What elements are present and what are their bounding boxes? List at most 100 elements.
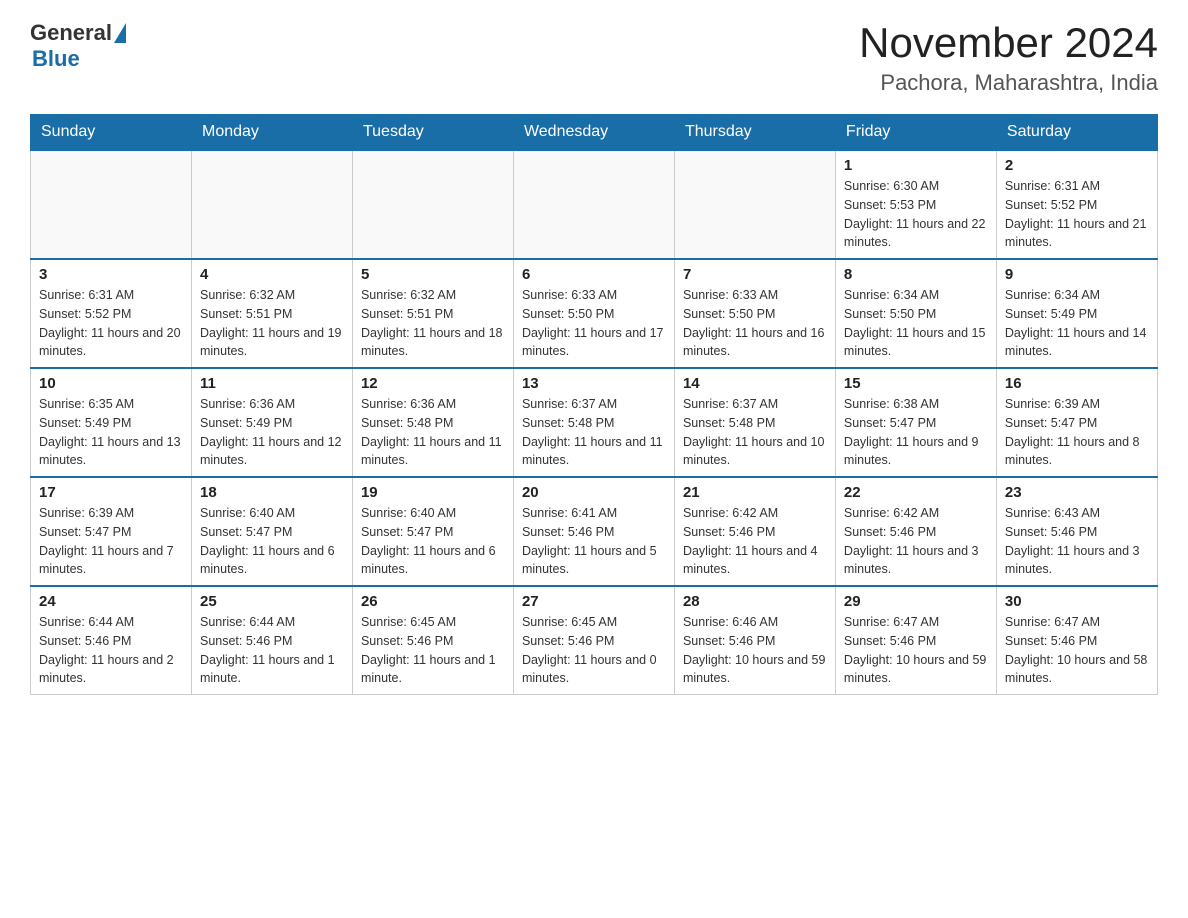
calendar-day-cell: 8 Sunrise: 6:34 AMSunset: 5:50 PMDaylight…: [835, 259, 996, 368]
calendar-day-cell: 2Sunrise: 6:31 AMSunset: 5:52 PMDaylight…: [996, 150, 1157, 259]
day-info: Sunrise: 6:42 AMSunset: 5:46 PMDaylight:…: [683, 504, 827, 579]
day-number: 2: [1005, 157, 1149, 174]
logo-blue-text: Blue: [32, 46, 80, 72]
page-subtitle: Pachora, Maharashtra, India: [859, 70, 1158, 96]
calendar-day-cell: 17 Sunrise: 6:39 AMSunset: 5:47 PMDayligh…: [31, 477, 192, 586]
day-info: Sunrise: 6:44 AMSunset: 5:46 PMDaylight:…: [200, 613, 344, 688]
day-number: 30: [1005, 593, 1149, 610]
calendar-day-cell: 26 Sunrise: 6:45 AMSunset: 5:46 PMDayligh…: [352, 586, 513, 695]
day-number: 19: [361, 484, 505, 501]
day-info: Sunrise: 6:45 AMSunset: 5:46 PMDaylight:…: [361, 613, 505, 688]
day-info: Sunrise: 6:44 AMSunset: 5:46 PMDaylight:…: [39, 613, 183, 688]
day-number: 20: [522, 484, 666, 501]
day-number: 13: [522, 375, 666, 392]
calendar-day-cell: 27 Sunrise: 6:45 AMSunset: 5:46 PMDayligh…: [513, 586, 674, 695]
calendar-day-cell: 7Sunrise: 6:33 AMSunset: 5:50 PMDaylight…: [674, 259, 835, 368]
logo: General Blue: [30, 20, 128, 72]
page-header: General Blue November 2024 Pachora, Maha…: [30, 20, 1158, 96]
day-number: 29: [844, 593, 988, 610]
calendar-day-cell: 6Sunrise: 6:33 AMSunset: 5:50 PMDaylight…: [513, 259, 674, 368]
calendar-day-cell: 10 Sunrise: 6:35 AMSunset: 5:49 PMDayligh…: [31, 368, 192, 477]
calendar-day-cell: 13 Sunrise: 6:37 AMSunset: 5:48 PMDayligh…: [513, 368, 674, 477]
day-info: Sunrise: 6:36 AMSunset: 5:48 PMDaylight:…: [361, 395, 505, 470]
header-thursday: Thursday: [674, 115, 835, 151]
day-info: Sunrise: 6:32 AMSunset: 5:51 PMDaylight:…: [200, 286, 344, 361]
calendar-day-cell: 5Sunrise: 6:32 AMSunset: 5:51 PMDaylight…: [352, 259, 513, 368]
day-info: Sunrise: 6:43 AMSunset: 5:46 PMDaylight:…: [1005, 504, 1149, 579]
calendar-day-cell: 14 Sunrise: 6:37 AMSunset: 5:48 PMDayligh…: [674, 368, 835, 477]
day-number: 3: [39, 266, 183, 283]
calendar-day-cell: 19 Sunrise: 6:40 AMSunset: 5:47 PMDayligh…: [352, 477, 513, 586]
header-sunday: Sunday: [31, 115, 192, 151]
day-number: 16: [1005, 375, 1149, 392]
day-info: Sunrise: 6:33 AMSunset: 5:50 PMDaylight:…: [522, 286, 666, 361]
day-info: Sunrise: 6:37 AMSunset: 5:48 PMDaylight:…: [522, 395, 666, 470]
day-info: Sunrise: 6:42 AMSunset: 5:46 PMDaylight:…: [844, 504, 988, 579]
calendar-week-row: 17 Sunrise: 6:39 AMSunset: 5:47 PMDayligh…: [31, 477, 1158, 586]
day-info: Sunrise: 6:37 AMSunset: 5:48 PMDaylight:…: [683, 395, 827, 470]
day-info: Sunrise: 6:34 AMSunset: 5:49 PMDaylight:…: [1005, 286, 1149, 361]
day-number: 21: [683, 484, 827, 501]
day-number: 4: [200, 266, 344, 283]
calendar-day-cell: [674, 150, 835, 259]
calendar-day-cell: 23Sunrise: 6:43 AMSunset: 5:46 PMDayligh…: [996, 477, 1157, 586]
calendar-day-cell: 18 Sunrise: 6:40 AMSunset: 5:47 PMDayligh…: [191, 477, 352, 586]
day-info: Sunrise: 6:36 AMSunset: 5:49 PMDaylight:…: [200, 395, 344, 470]
day-info: Sunrise: 6:40 AMSunset: 5:47 PMDaylight:…: [200, 504, 344, 579]
calendar-day-cell: [513, 150, 674, 259]
day-number: 1: [844, 157, 988, 174]
day-number: 18: [200, 484, 344, 501]
day-info: Sunrise: 6:31 AMSunset: 5:52 PMDaylight:…: [39, 286, 183, 361]
day-number: 8: [844, 266, 988, 283]
day-info: Sunrise: 6:34 AMSunset: 5:50 PMDaylight:…: [844, 286, 988, 361]
day-number: 14: [683, 375, 827, 392]
header-wednesday: Wednesday: [513, 115, 674, 151]
day-info: Sunrise: 6:47 AMSunset: 5:46 PMDaylight:…: [844, 613, 988, 688]
calendar-day-cell: 15Sunrise: 6:38 AMSunset: 5:47 PMDayligh…: [835, 368, 996, 477]
day-info: Sunrise: 6:39 AMSunset: 5:47 PMDaylight:…: [39, 504, 183, 579]
calendar-week-row: 10 Sunrise: 6:35 AMSunset: 5:49 PMDayligh…: [31, 368, 1158, 477]
day-number: 5: [361, 266, 505, 283]
day-number: 28: [683, 593, 827, 610]
header-saturday: Saturday: [996, 115, 1157, 151]
day-info: Sunrise: 6:35 AMSunset: 5:49 PMDaylight:…: [39, 395, 183, 470]
header-tuesday: Tuesday: [352, 115, 513, 151]
day-info: Sunrise: 6:46 AMSunset: 5:46 PMDaylight:…: [683, 613, 827, 688]
calendar-day-cell: 24 Sunrise: 6:44 AMSunset: 5:46 PMDayligh…: [31, 586, 192, 695]
day-info: Sunrise: 6:45 AMSunset: 5:46 PMDaylight:…: [522, 613, 666, 688]
day-number: 26: [361, 593, 505, 610]
day-number: 10: [39, 375, 183, 392]
day-number: 24: [39, 593, 183, 610]
calendar-day-cell: [352, 150, 513, 259]
calendar-day-cell: 11 Sunrise: 6:36 AMSunset: 5:49 PMDayligh…: [191, 368, 352, 477]
calendar-day-cell: 30 Sunrise: 6:47 AMSunset: 5:46 PMDayligh…: [996, 586, 1157, 695]
day-number: 11: [200, 375, 344, 392]
calendar-day-cell: 21 Sunrise: 6:42 AMSunset: 5:46 PMDayligh…: [674, 477, 835, 586]
day-info: Sunrise: 6:40 AMSunset: 5:47 PMDaylight:…: [361, 504, 505, 579]
calendar-header-row: Sunday Monday Tuesday Wednesday Thursday…: [31, 115, 1158, 151]
calendar-day-cell: 3 Sunrise: 6:31 AMSunset: 5:52 PMDaylight…: [31, 259, 192, 368]
day-number: 22: [844, 484, 988, 501]
calendar-week-row: 24 Sunrise: 6:44 AMSunset: 5:46 PMDayligh…: [31, 586, 1158, 695]
day-number: 27: [522, 593, 666, 610]
day-number: 9: [1005, 266, 1149, 283]
calendar-day-cell: 25 Sunrise: 6:44 AMSunset: 5:46 PMDayligh…: [191, 586, 352, 695]
day-number: 17: [39, 484, 183, 501]
day-number: 25: [200, 593, 344, 610]
calendar-week-row: 3 Sunrise: 6:31 AMSunset: 5:52 PMDaylight…: [31, 259, 1158, 368]
title-block: November 2024 Pachora, Maharashtra, Indi…: [859, 20, 1158, 96]
day-info: Sunrise: 6:30 AMSunset: 5:53 PMDaylight:…: [844, 177, 988, 252]
calendar-day-cell: 20 Sunrise: 6:41 AMSunset: 5:46 PMDayligh…: [513, 477, 674, 586]
day-info: Sunrise: 6:38 AMSunset: 5:47 PMDaylight:…: [844, 395, 988, 470]
logo-top: General: [30, 20, 128, 46]
logo-triangle-icon: [114, 23, 126, 43]
calendar-day-cell: 28 Sunrise: 6:46 AMSunset: 5:46 PMDayligh…: [674, 586, 835, 695]
day-number: 7: [683, 266, 827, 283]
day-info: Sunrise: 6:41 AMSunset: 5:46 PMDaylight:…: [522, 504, 666, 579]
day-info: Sunrise: 6:39 AMSunset: 5:47 PMDaylight:…: [1005, 395, 1149, 470]
header-monday: Monday: [191, 115, 352, 151]
calendar-day-cell: 12Sunrise: 6:36 AMSunset: 5:48 PMDayligh…: [352, 368, 513, 477]
calendar-day-cell: 22 Sunrise: 6:42 AMSunset: 5:46 PMDayligh…: [835, 477, 996, 586]
calendar-day-cell: 16 Sunrise: 6:39 AMSunset: 5:47 PMDayligh…: [996, 368, 1157, 477]
day-info: Sunrise: 6:47 AMSunset: 5:46 PMDaylight:…: [1005, 613, 1149, 688]
